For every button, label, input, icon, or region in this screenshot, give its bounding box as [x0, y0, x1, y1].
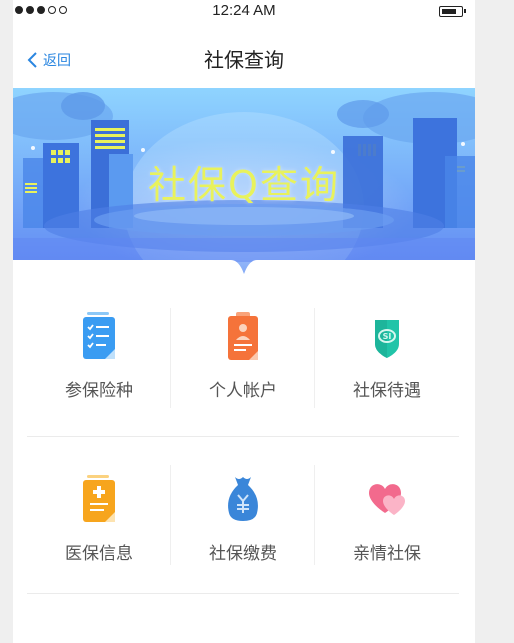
menu-item-medical-insurance[interactable]: 医保信息: [27, 437, 171, 593]
menu-item-label: 社保待遇: [353, 381, 421, 401]
menu-row: 医保信息 社保缴费 亲情社保: [27, 437, 459, 594]
menu-item-label: 参保险种: [65, 381, 133, 401]
insurance-type-icon: [83, 312, 115, 359]
phone-screen: 12:24 AM 返回 社保查询 社保Q查询 参保险种 个人帐户 SI 社保待遇…: [13, 0, 475, 643]
menu-item-personal-account[interactable]: 个人帐户: [171, 280, 315, 436]
service-menu-grid: 参保险种 个人帐户 SI 社保待遇 医保信息 社保缴费 亲情社保: [27, 280, 459, 594]
menu-item-family-social-security[interactable]: 亲情社保: [315, 437, 459, 593]
payment-money-bag-icon: [228, 477, 258, 521]
menu-item-label: 亲情社保: [353, 544, 421, 564]
page-title: 社保查询: [204, 48, 284, 72]
menu-item-label: 医保信息: [65, 544, 133, 564]
family-hearts-icon: [369, 484, 405, 515]
status-bar: 12:24 AM: [13, 0, 475, 22]
svg-text:SI: SI: [383, 332, 392, 341]
status-time: 12:24 AM: [212, 2, 276, 19]
menu-item-payment[interactable]: 社保缴费: [171, 437, 315, 593]
medical-insurance-icon: [83, 475, 115, 522]
navigation-bar: 返回 社保查询: [13, 22, 475, 88]
menu-item-social-security-benefit[interactable]: SI 社保待遇: [315, 280, 459, 436]
menu-item-label: 社保缴费: [209, 544, 277, 564]
menu-item-insurance-type[interactable]: 参保险种: [27, 280, 171, 436]
social-security-benefit-icon: SI: [375, 320, 399, 358]
personal-account-icon: [228, 312, 258, 360]
menu-row: 参保险种 个人帐户 SI 社保待遇: [27, 280, 459, 437]
battery-icon: [439, 6, 466, 17]
hero-banner: 社保Q查询: [13, 88, 475, 280]
banner-title: 社保Q查询: [148, 163, 340, 207]
menu-item-label: 个人帐户: [209, 381, 277, 401]
